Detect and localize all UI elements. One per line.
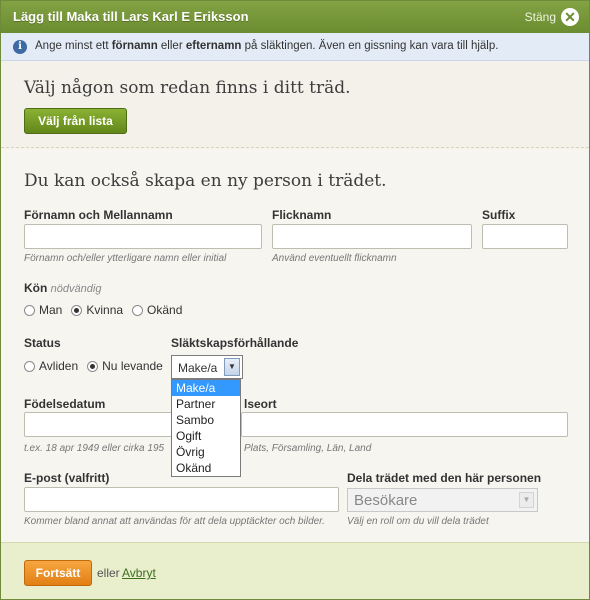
relation-select-value: Make/a bbox=[178, 361, 218, 375]
nickname-hint: Använd eventuellt flicknamn bbox=[272, 253, 397, 264]
close-icon[interactable]: ✕ bbox=[561, 8, 579, 26]
gender-option-okand[interactable]: Okänd bbox=[132, 303, 182, 317]
close-button[interactable]: Stäng ✕ bbox=[525, 7, 579, 27]
email-label: E-post (valfritt) bbox=[24, 471, 110, 485]
continue-button[interactable]: Fortsätt bbox=[24, 560, 92, 586]
select-existing-section: Välj någon som redan finns i ditt träd. … bbox=[1, 62, 589, 148]
birthdate-input[interactable] bbox=[24, 412, 174, 437]
birthplace-hint: Plats, Församling, Län, Land bbox=[244, 443, 372, 454]
status-option-living[interactable]: Nu levande bbox=[87, 359, 163, 373]
add-relative-dialog: Lägg till Maka till Lars Karl E Eriksson… bbox=[0, 0, 590, 600]
status-radio-living[interactable] bbox=[87, 360, 99, 372]
birthplace-label: lseort bbox=[244, 397, 277, 411]
status-radio-deceased[interactable] bbox=[24, 360, 35, 372]
chevron-down-icon[interactable]: ▼ bbox=[519, 492, 534, 508]
gender-radio-kvinna[interactable] bbox=[71, 304, 83, 316]
birthdate-hint: t.ex. 18 apr 1949 eller cirka 195 bbox=[24, 443, 165, 454]
nickname-input[interactable] bbox=[272, 224, 472, 249]
info-text: Ange minst ett förnamn eller efternamn p… bbox=[35, 40, 499, 52]
first-name-label: Förnamn och Mellannamn bbox=[24, 208, 173, 222]
relation-dropdown-list: Make/a Partner Sambo Ogift Övrig Okänd bbox=[171, 379, 241, 477]
email-input[interactable] bbox=[24, 487, 339, 512]
birthdate-label: Födelsedatum bbox=[24, 397, 106, 411]
email-hint: Kommer bland annat att användas för att … bbox=[24, 516, 325, 527]
choose-from-list-button[interactable]: Välj från lista bbox=[24, 108, 127, 134]
gender-radio-man[interactable] bbox=[24, 304, 35, 316]
birthplace-input[interactable] bbox=[241, 412, 568, 437]
status-option-deceased[interactable]: Avliden bbox=[24, 359, 78, 373]
share-tree-label: Dela trädet med den här personen bbox=[347, 471, 542, 485]
relation-option-ovrig[interactable]: Övrig bbox=[172, 444, 240, 460]
info-icon: i bbox=[13, 40, 27, 54]
suffix-label: Suffix bbox=[482, 208, 516, 222]
share-role-select[interactable]: Besökare ▼ bbox=[347, 488, 538, 512]
relation-option-make[interactable]: Make/a bbox=[172, 380, 240, 396]
first-name-input[interactable] bbox=[24, 224, 262, 249]
gender-label: Kön nödvändig bbox=[24, 281, 102, 295]
share-role-hint: Välj en roll om du vill dela trädet bbox=[347, 516, 489, 527]
cancel-link[interactable]: Avbryt bbox=[122, 566, 156, 580]
close-label: Stäng bbox=[524, 10, 556, 24]
relation-option-okand[interactable]: Okänd bbox=[172, 460, 240, 476]
relation-option-ogift[interactable]: Ogift bbox=[172, 428, 240, 444]
relation-option-partner[interactable]: Partner bbox=[172, 396, 240, 412]
share-role-value: Besökare bbox=[354, 492, 418, 509]
gender-option-man[interactable]: Man bbox=[24, 303, 62, 317]
dialog-title: Lägg till Maka till Lars Karl E Eriksson bbox=[13, 9, 249, 24]
chevron-down-icon[interactable]: ▼ bbox=[224, 358, 240, 376]
or-text: eller bbox=[97, 566, 120, 580]
first-name-hint: Förnamn och/eller ytterligare namn eller… bbox=[24, 253, 227, 264]
relation-label: Släktskapsförhållande bbox=[171, 336, 299, 350]
dialog-titlebar: Lägg till Maka till Lars Karl E Eriksson… bbox=[1, 1, 589, 33]
create-person-heading: Du kan också skapa en ny person i trädet… bbox=[24, 171, 387, 191]
nickname-label: Flicknamn bbox=[272, 208, 332, 222]
info-bar: i Ange minst ett förnamn eller efternamn… bbox=[1, 33, 589, 61]
select-existing-heading: Välj någon som redan finns i ditt träd. bbox=[24, 78, 351, 98]
suffix-input[interactable] bbox=[482, 224, 568, 249]
gender-radio-group: Man Kvinna Okänd bbox=[24, 303, 191, 317]
status-label: Status bbox=[24, 336, 61, 350]
status-radio-group: Avliden Nu levande bbox=[24, 359, 172, 373]
relation-option-sambo[interactable]: Sambo bbox=[172, 412, 240, 428]
create-person-section: Du kan också skapa en ny person i trädet… bbox=[1, 149, 589, 542]
gender-option-kvinna[interactable]: Kvinna bbox=[71, 303, 123, 317]
gender-required-note: nödvändig bbox=[50, 283, 102, 295]
dialog-footer: Fortsätt eller Avbryt bbox=[1, 542, 589, 599]
relation-select[interactable]: Make/a ▼ bbox=[171, 355, 243, 379]
gender-radio-okand[interactable] bbox=[132, 304, 144, 316]
